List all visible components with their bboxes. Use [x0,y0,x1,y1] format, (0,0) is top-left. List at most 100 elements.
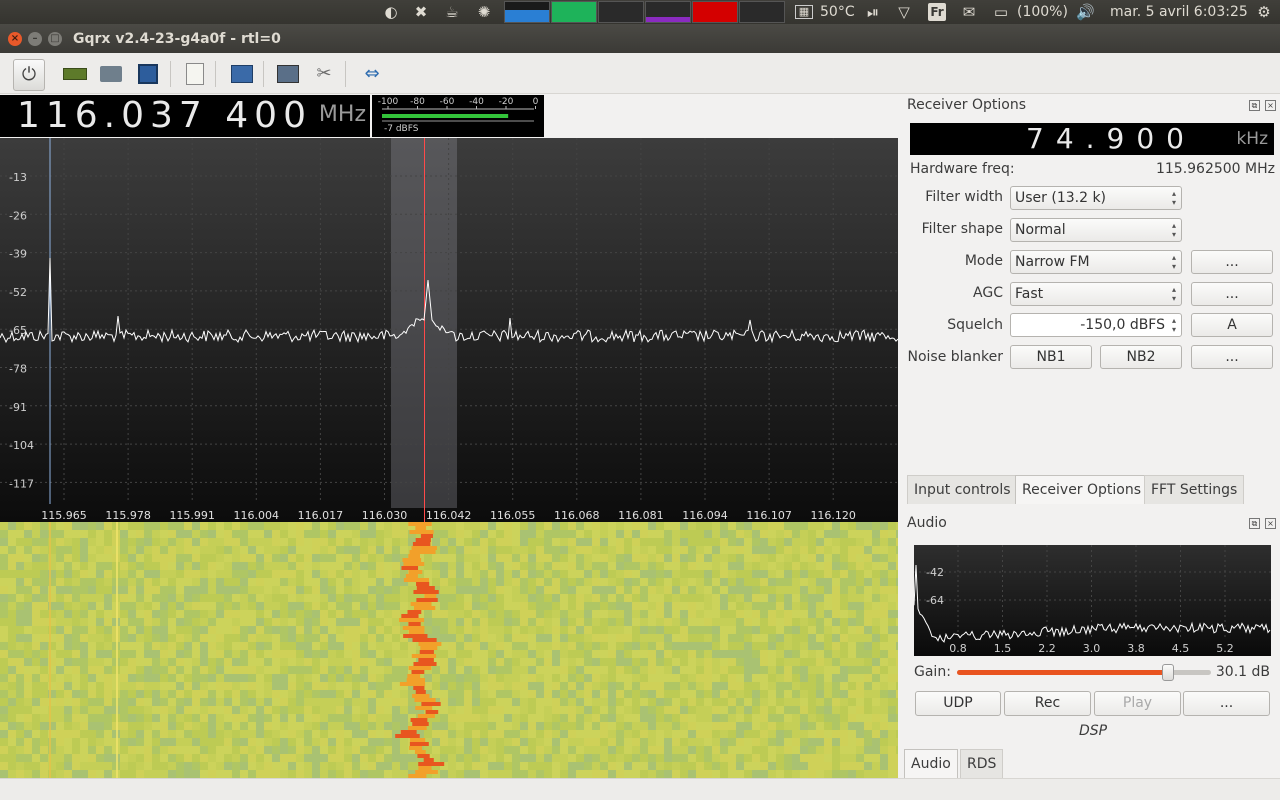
y-axis-label: -26 [9,209,27,222]
filter-width-label: Filter width [925,189,1003,205]
mode-select[interactable]: Narrow FM ▴ ▾ [1010,250,1182,274]
udp-button[interactable]: UDP [915,691,1001,716]
mode-label: Mode [964,253,1003,269]
squelch-spinbox[interactable]: -150,0 dBFS ▴ ▾ [1010,313,1182,337]
tab-fft-settings[interactable]: FFT Settings [1144,475,1245,504]
dsp-button[interactable] [227,59,257,89]
tab-rds[interactable]: RDS [960,749,1004,778]
gain-slider-handle[interactable] [1161,664,1174,681]
record-button[interactable]: Rec [1004,691,1091,716]
network-graph[interactable] [645,1,691,23]
volume-icon[interactable]: 🔊 [1076,3,1095,21]
smeter-tick-label: -40 [469,97,484,107]
audio-x-label: 3.0 [1083,642,1101,655]
hardware-icon [63,68,87,80]
filter-shape-select[interactable]: Normal ▴ ▾ [1010,218,1182,242]
filter-width-select[interactable]: User (13.2 k) ▴ ▾ [1010,186,1182,210]
x-axis-label: 116.055 [490,509,536,522]
gain-slider-track[interactable] [957,664,1211,681]
tab-audio[interactable]: Audio [904,749,958,778]
datetime[interactable]: mar. 5 avril 6:03:25 [1110,0,1248,24]
x-axis-label: 116.030 [362,509,408,522]
mode-options-button[interactable]: ... [1191,250,1273,274]
spectrum-plot[interactable]: -13 -26 -39 -52 -65 -78 -91 -104 -117 115.965 115.… [0,138,898,522]
float-dock-icon[interactable]: ⧉ [1249,100,1260,111]
squelch-label: Squelch [947,317,1003,333]
audio-x-label: 4.5 [1172,642,1190,655]
frequency-value[interactable]: 116.037 400 [17,95,312,137]
signal-meter: -100 -80 -60 -40 -20 0 -7 dBFS [372,95,544,137]
main-toolbar: ⏻ ✂ ⇔ [0,53,1280,94]
spectrum-plotter[interactable]: -13 -26 -39 -52 -65 -78 -91 -104 -117 115.965 115.… [0,138,898,522]
battery-text[interactable]: (100%) [1017,0,1068,24]
minimize-window-button[interactable]: – [28,32,42,46]
disk-graph[interactable] [739,1,785,23]
status-bar [0,778,1280,800]
temperature-text[interactable]: 50°C [820,0,855,24]
nb2-button[interactable]: NB2 [1100,345,1182,369]
offset-value[interactable]: 74.900 [1026,123,1196,155]
wifi-icon[interactable]: ▽ [895,3,913,21]
mail-icon[interactable]: ✉ [960,3,978,21]
smeter-tick-label: -100 [378,97,399,107]
frequency-display[interactable]: 116.037 400 MHz [0,95,370,137]
signal-level-text: -7 dBFS [384,124,419,134]
puzzle-icon[interactable]: ✖ [412,3,430,21]
fullscreen-icon: ⇔ [364,63,380,84]
save-button[interactable] [133,59,163,89]
cpu-graph[interactable] [504,1,550,23]
audio-x-label: 3.8 [1127,642,1145,655]
settings-gear-icon[interactable]: ⚙ [1255,3,1273,21]
tools-button[interactable]: ✂ [309,59,339,89]
night-mode-icon[interactable]: ◐ [382,3,400,21]
audio-x-label: 0.8 [949,642,967,655]
nb1-button[interactable]: NB1 [1010,345,1092,369]
swap-graph[interactable] [598,1,644,23]
caffeine-icon[interactable]: ☕ [443,3,461,21]
spin-arrows-icon: ▴ ▾ [1171,253,1176,271]
bookmark-button[interactable] [180,59,210,89]
agc-options-button[interactable]: ... [1191,282,1273,306]
hardware-button[interactable] [60,59,90,89]
hardware-freq-value: 115.962500 MHz [1155,161,1275,177]
tab-input-controls[interactable]: Input controls [907,475,1018,504]
squelch-auto-button[interactable]: A [1191,313,1273,337]
offset-frequency-display[interactable]: 74.900 kHz [910,123,1274,155]
load-graph[interactable] [692,1,738,23]
signal-level-bar [382,114,509,118]
dsp-label: DSP [1078,723,1108,739]
power-icon: ⏻ [21,64,37,85]
noise-blanker-options-button[interactable]: ... [1191,345,1273,369]
audio-options-button[interactable]: ... [1183,691,1270,716]
toolbar-separator [215,61,216,87]
power-button[interactable]: ⏻ [13,59,45,91]
toolbar-separator [345,61,346,87]
waterfall-carrier-line [116,522,118,778]
open-button[interactable] [96,59,126,89]
maximize-window-button[interactable]: □ [48,32,62,46]
waterfall-display[interactable] [0,522,898,778]
spin-arrows-icon: ▴ ▾ [1171,316,1176,334]
smeter-tick-label: -20 [499,97,514,107]
memory-graph[interactable] [551,1,597,23]
close-dock-icon[interactable]: × [1265,518,1276,529]
tools-icon: ✂ [316,63,332,84]
audio-x-label: 2.2 [1038,642,1056,655]
play-button[interactable]: Play [1094,691,1181,716]
fullscreen-button[interactable]: ⇔ [357,59,387,89]
noise-blanker-label: Noise blanker [907,349,1004,365]
x-axis-label: 116.068 [554,509,600,522]
sync-icon[interactable]: ✺ [475,3,493,21]
keyboard-layout[interactable]: Fr [928,3,946,21]
clock-icon[interactable]: ⏯ [864,3,882,21]
close-dock-icon[interactable]: × [1265,100,1276,111]
tab-receiver-options[interactable]: Receiver Options [1015,475,1149,504]
agc-select[interactable]: Fast ▴ ▾ [1010,282,1182,306]
float-dock-icon[interactable]: ⧉ [1249,518,1260,529]
system-top-panel: ◐ ✖ ☕ ✺ ▦ 50°C ⏯ ▽ Fr ✉ ▭ (100%) 🔊 mar. … [0,0,1280,24]
io-settings-button[interactable] [273,59,303,89]
agc-label: AGC [973,285,1003,301]
close-window-button[interactable]: × [8,32,22,46]
battery-icon[interactable]: ▭ [990,3,1012,21]
filter-shape-value: Normal [1015,222,1066,238]
